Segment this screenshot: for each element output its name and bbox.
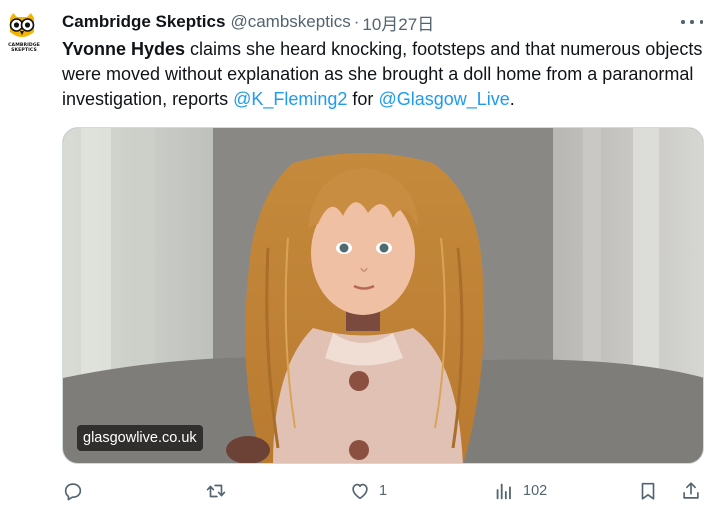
tweet-text-part2: for — [347, 89, 379, 109]
action-bar: 1 102 — [0, 478, 720, 506]
share-button[interactable] — [680, 480, 702, 502]
like-count: 1 — [379, 483, 388, 499]
tweet-media-image[interactable]: glasgowlive.co.uk — [62, 127, 704, 464]
like-button[interactable]: 1 — [349, 480, 387, 502]
mention-glasgow-live[interactable]: @Glasgow_Live — [378, 89, 509, 109]
owl-logo-icon — [9, 13, 35, 37]
bookmark-button[interactable] — [637, 480, 659, 502]
handle[interactable]: @cambskeptics — [230, 12, 350, 32]
more-dots-icon[interactable] — [681, 14, 703, 30]
share-icon — [683, 482, 699, 499]
views-button[interactable]: 102 — [493, 480, 547, 502]
avatar[interactable]: CAMBRIDGE SKEPTICS — [6, 12, 40, 53]
source-badge[interactable]: glasgowlive.co.uk — [77, 425, 203, 451]
views-count: 102 — [523, 483, 548, 499]
tweet-name-bold: Yvonne Hydes — [62, 39, 186, 59]
avatar-label: CAMBRIDGE SKEPTICS — [8, 43, 40, 53]
timestamp[interactable]: 10月27日 — [362, 10, 434, 35]
retweet-button[interactable] — [205, 480, 235, 502]
retweet-icon — [206, 484, 226, 498]
tweet-text: Yvonne Hydes claims she heard knocking, … — [62, 37, 712, 112]
reply-icon — [64, 483, 82, 501]
mention-k-fleming2[interactable]: @K_Fleming2 — [233, 89, 347, 109]
views-icon — [496, 483, 511, 500]
tweet-text-part3: . — [509, 89, 515, 109]
reply-button[interactable] — [62, 480, 92, 502]
like-icon — [352, 483, 368, 500]
separator-dot: · — [353, 12, 360, 31]
display-name[interactable]: Cambridge Skeptics — [62, 12, 225, 32]
doll-photo — [63, 128, 703, 463]
tweet-header: Cambridge Skeptics @cambskeptics · 10月27… — [62, 10, 434, 35]
bookmark-icon — [641, 482, 655, 500]
